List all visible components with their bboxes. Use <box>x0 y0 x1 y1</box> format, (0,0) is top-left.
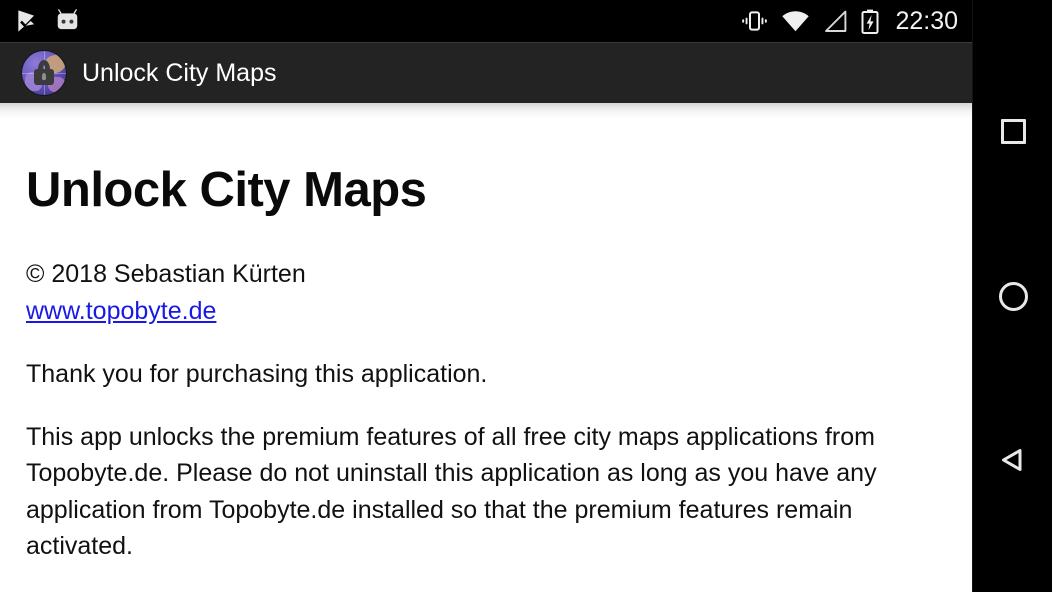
app-toolbar: Unlock City Maps <box>0 42 972 103</box>
content-area: Unlock City Maps © 2018 Sebastian Kürten… <box>0 103 972 592</box>
cell-signal-empty-icon <box>823 10 848 33</box>
status-bar-system-icons: 22:30 <box>741 7 972 36</box>
nav-back-button[interactable] <box>973 424 1052 496</box>
vibrate-icon <box>741 9 768 33</box>
battery-charging-icon <box>861 9 879 34</box>
play-store-update-icon <box>14 8 40 34</box>
website-link[interactable]: www.topobyte.de <box>26 293 216 329</box>
status-bar-notifications <box>0 8 81 34</box>
circle-icon <box>998 281 1028 311</box>
nav-recents-button[interactable] <box>973 95 1052 167</box>
paragraph-thanks: Thank you for purchasing this applicatio… <box>26 359 488 388</box>
wifi-icon <box>781 10 810 33</box>
page-title: Unlock City Maps <box>26 163 427 217</box>
status-bar: 22:30 <box>0 0 972 42</box>
phone-viewport: 22:30 Unlock City Maps Unlock City Maps <box>0 0 972 592</box>
paragraph-details: This app unlocks the premium features of… <box>26 423 877 560</box>
status-bar-clock: 22:30 <box>895 6 958 35</box>
app-lock-globe-icon <box>22 51 66 95</box>
toolbar-title: Unlock City Maps <box>82 58 277 87</box>
copyright-line: © 2018 Sebastian Kürten <box>26 260 306 289</box>
triangle-left-icon <box>997 444 1029 476</box>
nav-home-button[interactable] <box>973 260 1052 332</box>
device-screen: 22:30 Unlock City Maps Unlock City Maps <box>0 0 1052 592</box>
copyright-block: © 2018 Sebastian Kürten www.topobyte.de <box>26 256 946 329</box>
system-navigation-bar <box>972 0 1052 592</box>
square-icon <box>1000 118 1026 144</box>
android-robot-icon <box>54 8 81 34</box>
